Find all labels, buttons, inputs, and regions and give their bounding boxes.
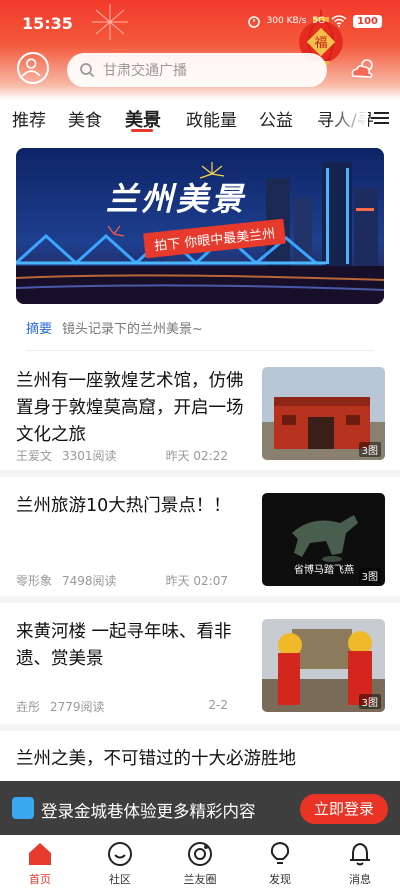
nav-friends[interactable]: 兰友圈 [160, 835, 240, 889]
smile-icon [108, 842, 132, 866]
nav-messages[interactable]: 消息 [320, 835, 400, 889]
thumbnail-caption: 省博马踏飞燕 [294, 565, 354, 576]
search-placeholder: 甘肃交通广播 [103, 63, 187, 79]
nav-label: 消息 [349, 873, 371, 886]
bottom-nav: 首页 社区 兰友圈 发现 消息 [0, 835, 400, 889]
status-time: 15:35 [22, 14, 73, 33]
section-divider [0, 596, 400, 603]
nav-home[interactable]: 首页 [0, 835, 80, 889]
tab-charity[interactable]: 公益 [259, 106, 293, 131]
article-meta: 王爱文 3301阅读 [16, 447, 117, 464]
summary-divider [26, 350, 374, 351]
signal-label: 5G [312, 16, 326, 26]
circle-icon [188, 842, 212, 866]
article-time: 昨天 02:07 [165, 574, 228, 588]
user-icon[interactable] [17, 52, 49, 84]
section-divider [0, 470, 400, 477]
tabs-fade [330, 100, 368, 136]
app-logo-icon [12, 797, 34, 819]
article-author: 垚彤 [16, 700, 41, 714]
image-count-badge: 3图 [358, 694, 381, 709]
login-prompt-bar: 登录金城巷体验更多精彩内容 立即登录 [0, 781, 400, 835]
summary: 摘要 镜头记录下的兰州美景~ [26, 318, 203, 337]
nav-discover[interactable]: 发现 [240, 835, 320, 889]
article-time: 2-2 [208, 698, 228, 712]
menu-icon[interactable] [370, 111, 390, 125]
nav-label: 发现 [269, 873, 291, 886]
banner-image [16, 148, 384, 304]
article-reads: 2779阅读 [50, 700, 105, 714]
login-prompt-text: 登录金城巷体验更多精彩内容 [41, 802, 256, 821]
summary-label: 摘要 [26, 322, 53, 337]
battery-indicator: 100 [353, 14, 382, 28]
search-bar[interactable]: 甘肃交通广播 [67, 53, 327, 87]
article-title[interactable]: 兰州之美，不可错过的十大必游胜地 [16, 745, 296, 770]
active-tab-indicator [131, 129, 153, 132]
network-speed: 300 KB/s [266, 16, 307, 26]
article-author: 零形象 [16, 574, 53, 588]
tab-politics[interactable]: 政能量 [186, 106, 237, 131]
article-thumbnail: 3图 [262, 367, 385, 460]
banner-title: 兰州美景 [105, 180, 246, 218]
article-meta: 垚彤 2779阅读 [16, 698, 105, 715]
article-title: 兰州旅游10大热门景点！！ [16, 496, 231, 516]
article-thumbnail: 省博马踏飞燕 3图 [262, 493, 385, 586]
image-count-badge: 3图 [358, 442, 381, 457]
article-time: 昨天 02:22 [165, 449, 228, 463]
article-item[interactable]: 来黄河楼 一起寻年味、看非遗、赏美景 垚彤 2779阅读 2-2 3图 [0, 603, 400, 721]
article-title: 来黄河楼 一起寻年味、看非遗、赏美景 [16, 622, 232, 669]
search-icon [80, 63, 95, 78]
tab-food[interactable]: 美食 [68, 106, 102, 131]
summary-text: 镜头记录下的兰州美景~ [62, 322, 203, 337]
section-divider [0, 724, 400, 731]
article-title: 兰州有一座敦煌艺术馆，仿佛置身于敦煌莫高窟，开启一场文化之旅 [16, 371, 244, 445]
article-author: 王爱文 [16, 449, 53, 463]
lightbulb-icon [270, 841, 290, 864]
article-meta: 零形象 7498阅读 [16, 572, 117, 589]
login-button[interactable]: 立即登录 [300, 794, 388, 824]
nav-community[interactable]: 社区 [80, 835, 160, 889]
nav-label: 首页 [29, 873, 51, 886]
article-item[interactable]: 兰州旅游10大热门景点！！ 零形象 7498阅读 昨天 02:07 省博马踏飞燕 … [0, 477, 400, 595]
feature-banner[interactable]: 兰州美景 拍下 你眼中最美兰州 [16, 148, 384, 304]
nav-label: 社区 [109, 873, 131, 886]
status-icons: 300 KB/s 5G 100 [247, 14, 382, 28]
article-reads: 7498阅读 [62, 574, 117, 588]
article-reads: 3301阅读 [62, 449, 117, 463]
alarm-icon [247, 16, 260, 28]
weather-icon[interactable] [348, 56, 378, 82]
status-bar: 15:35 300 KB/s 5G 100 [0, 0, 400, 46]
article-item[interactable]: 兰州有一座敦煌艺术馆，仿佛置身于敦煌莫高窟，开启一场文化之旅 王爱文 3301阅读… [0, 360, 400, 470]
tab-recommend[interactable]: 推荐 [12, 106, 46, 131]
wifi-icon [331, 15, 347, 27]
article-thumbnail: 3图 [262, 619, 385, 712]
nav-label: 兰友圈 [183, 873, 217, 886]
bell-icon [350, 842, 370, 866]
image-count-badge: 3图 [358, 568, 381, 583]
home-icon [29, 843, 51, 865]
